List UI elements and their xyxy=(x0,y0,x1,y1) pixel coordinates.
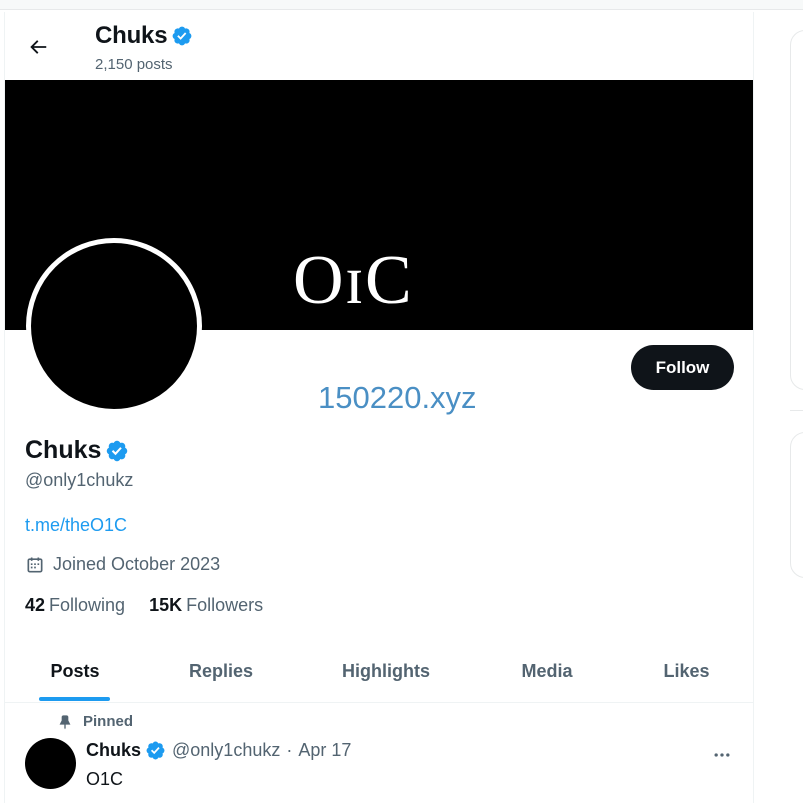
post-avatar[interactable] xyxy=(25,738,76,789)
post-more-button[interactable] xyxy=(705,738,739,772)
header-title: Chuks xyxy=(95,22,193,50)
back-button[interactable] xyxy=(20,29,56,65)
profile-website-link[interactable]: t.me/theO1C xyxy=(25,515,127,536)
follow-stats: 42 Following 15K Followers xyxy=(25,595,263,616)
joined-date: Joined October 2023 xyxy=(25,554,220,575)
post-header: Chuks @only1chukz · Apr 17 xyxy=(86,740,351,761)
post-author-name[interactable]: Chuks xyxy=(86,740,141,761)
arrow-left-icon xyxy=(30,40,47,54)
profile-name-row: Chuks xyxy=(25,436,129,465)
tab-posts[interactable]: Posts xyxy=(5,640,145,703)
joined-text: Joined October 2023 xyxy=(53,554,221,574)
tab-highlights[interactable]: Highlights xyxy=(297,640,475,703)
sidebar-card xyxy=(790,30,803,390)
tab-media[interactable]: Media xyxy=(475,640,619,703)
followers-count: 15K xyxy=(149,595,183,615)
header-name: Chuks xyxy=(95,22,168,49)
pin-icon xyxy=(59,714,71,729)
watermark-text: 150220.xyz xyxy=(318,380,477,415)
sidebar-divider xyxy=(790,410,803,411)
sidebar-card xyxy=(790,432,803,578)
more-horizontal-icon xyxy=(714,753,730,757)
followers-link[interactable]: 15K Followers xyxy=(149,595,263,616)
posts-count: 2,150 posts xyxy=(95,56,173,73)
followers-label: Followers xyxy=(186,595,264,615)
profile-avatar[interactable] xyxy=(26,238,202,414)
pinned-label: Pinned xyxy=(83,713,134,730)
pinned-indicator: Pinned xyxy=(57,713,133,730)
calendar-icon xyxy=(27,557,43,572)
profile-name: Chuks xyxy=(25,436,102,464)
profile-column: Chuks 2,150 posts OɪC Follow 150220.xyz … xyxy=(4,12,754,803)
active-tab-indicator xyxy=(39,697,110,701)
profile-tabs: Posts Replies Highlights Media Likes xyxy=(5,640,753,703)
post-text: O1C xyxy=(86,769,124,789)
follow-button[interactable]: Follow xyxy=(631,345,734,390)
banner-logo: OɪC xyxy=(293,242,413,319)
browser-top-strip xyxy=(0,0,803,10)
post-date[interactable]: Apr 17 xyxy=(298,740,351,761)
post-author-handle[interactable]: @only1chukz xyxy=(172,740,280,761)
following-link[interactable]: 42 Following xyxy=(25,595,125,616)
post-separator: · xyxy=(286,740,293,760)
verified-badge-icon[interactable] xyxy=(105,439,129,463)
following-count: 42 xyxy=(25,595,46,615)
verified-badge-icon xyxy=(146,741,165,760)
tab-likes[interactable]: Likes xyxy=(619,640,753,703)
tab-replies[interactable]: Replies xyxy=(145,640,297,703)
following-label: Following xyxy=(49,595,126,615)
verified-badge-icon xyxy=(172,26,192,46)
profile-handle: @only1chukz xyxy=(25,470,134,490)
